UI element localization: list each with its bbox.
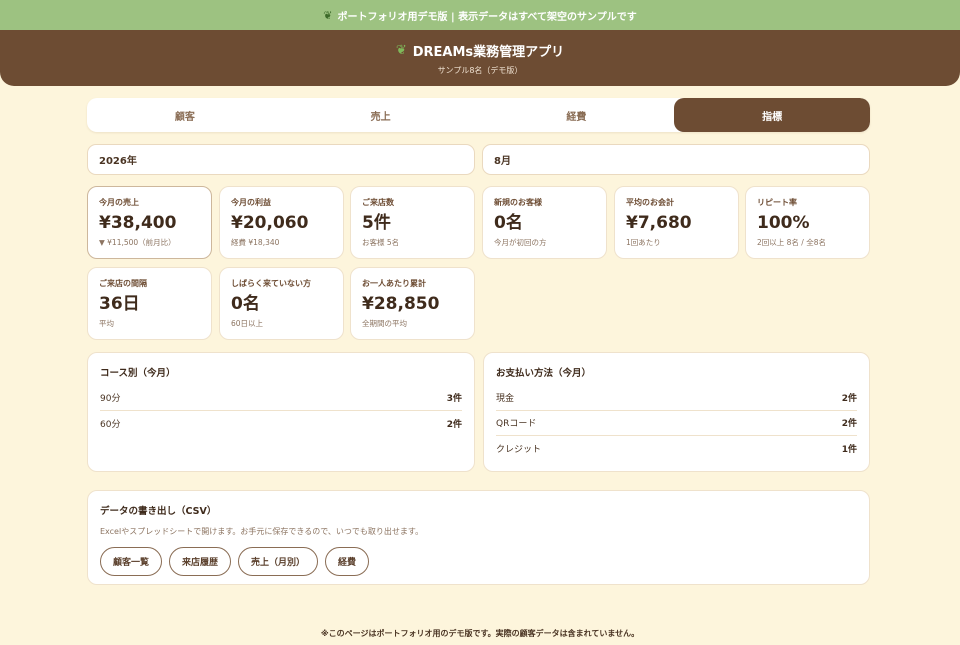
stat-label: 今月の利益 — [231, 198, 271, 207]
stat-card-monthly-profit: 今月の利益 ¥20,060 経費 ¥18,340 — [219, 186, 344, 259]
export-customers-button[interactable]: 顧客一覧 — [100, 547, 163, 576]
stat-sub: 2回以上 8名 / 全8名 — [757, 237, 826, 247]
app-header: ❦ DREAMs業務管理アプリ サンプル8名（デモ版） — [0, 30, 960, 86]
payment-method: QRコード — [496, 419, 537, 430]
list-item: QRコード 2件 — [496, 411, 857, 436]
stat-label: しばらく来ていない方 — [231, 279, 311, 288]
stat-card-repeat-rate: リピート率 100% 2回以上 8名 / 全8名 — [745, 186, 870, 259]
stat-card-per-customer-total: お一人あたり累計 ¥28,850 全期間の平均 — [350, 267, 475, 340]
stat-value: 5件 — [362, 213, 391, 233]
export-description: Excelやスプレッドシートで開けます。お手元に保存できるので、いつでも取り出せ… — [100, 527, 424, 536]
demo-banner-text: ポートフォリオ用デモ版 | 表示データはすべて架空のサンプルです — [337, 11, 637, 23]
tab-metrics[interactable]: 指標 — [674, 98, 870, 132]
stat-sub: 平均 — [99, 318, 114, 328]
stat-value: ¥20,060 — [231, 213, 309, 233]
demo-banner: ❦ ポートフォリオ用デモ版 | 表示データはすべて架空のサンプルです — [0, 0, 960, 30]
course-panel-title: コース別（今月） — [100, 368, 176, 379]
list-item: 現金 2件 — [496, 385, 857, 411]
payment-method: クレジット — [496, 445, 542, 456]
export-visit-history-button[interactable]: 来店履歴 — [169, 547, 232, 576]
stat-sub: 全期間の平均 — [362, 318, 407, 328]
month-select[interactable]: 8月 — [482, 144, 870, 175]
csv-export-panel: データの書き出し（CSV） Excelやスプレッドシートで開けます。お手元に保存… — [87, 490, 870, 585]
payment-count: 2件 — [841, 419, 857, 430]
payment-method: 現金 — [496, 393, 515, 404]
stat-card-visit-count: ご来店数 5件 お客様 5名 — [350, 186, 475, 259]
payment-panel: お支払い方法（今月） 現金 2件 QRコード 2件 クレジット 1件 — [483, 352, 870, 472]
leaf-icon: ❦ — [323, 8, 333, 22]
app-subtitle: サンプル8名（デモ版） — [437, 65, 523, 75]
footer-note: ※このページはポートフォリオ用のデモ版です。実際の顧客データは含まれていません。 — [320, 629, 640, 638]
stat-sub: 経費 ¥18,340 — [231, 237, 280, 247]
export-expenses-button[interactable]: 経費 — [325, 547, 370, 576]
stat-value: ¥38,400 — [99, 213, 177, 233]
course-count: 2件 — [446, 419, 462, 430]
course-count: 3件 — [446, 393, 462, 404]
leaf-icon: ❦ — [395, 42, 407, 58]
stat-value: ¥28,850 — [362, 294, 440, 314]
stat-label: お一人あたり累計 — [362, 279, 426, 288]
stat-label: リピート率 — [757, 198, 797, 207]
stat-label: ご来店数 — [362, 198, 394, 207]
payment-panel-title: お支払い方法（今月） — [496, 368, 592, 379]
tab-sales[interactable]: 売上 — [283, 98, 479, 132]
year-select[interactable]: 2026年 — [87, 144, 475, 175]
main-tabs: 顧客 売上 経費 指標 — [87, 98, 870, 132]
stat-sub: 今月が初回の方 — [494, 237, 547, 247]
stat-value: 0名 — [494, 213, 523, 233]
tab-expenses[interactable]: 経費 — [479, 98, 675, 132]
stat-card-lapsed-customers: しばらく来ていない方 0名 60日以上 — [219, 267, 344, 340]
stat-value: ¥7,680 — [626, 213, 692, 233]
export-title: データの書き出し（CSV） — [100, 506, 217, 517]
stat-sub: 1回あたり — [626, 237, 661, 247]
stat-card-visit-interval: ご来店の間隔 36日 平均 — [87, 267, 212, 340]
stat-label: 今月の売上 — [99, 198, 139, 207]
stat-card-monthly-sales: 今月の売上 ¥38,400 ▼ ¥11,500（前月比） — [87, 186, 212, 259]
list-item: クレジット 1件 — [496, 436, 857, 462]
list-item: 60分 2件 — [100, 411, 462, 437]
payment-count: 2件 — [841, 393, 857, 404]
course-name: 60分 — [100, 419, 121, 430]
course-name: 90分 — [100, 393, 121, 404]
stat-sub: ▼ ¥11,500（前月比） — [99, 237, 176, 247]
tab-customers[interactable]: 顧客 — [87, 98, 283, 132]
stat-value: 36日 — [99, 294, 140, 314]
stat-label: 平均のお会計 — [626, 198, 674, 207]
stat-sub: お客様 5名 — [362, 237, 400, 247]
stat-card-new-customers: 新規のお客様 0名 今月が初回の方 — [482, 186, 607, 259]
payment-count: 1件 — [841, 445, 857, 456]
list-item: 90分 3件 — [100, 385, 462, 411]
stat-label: 新規のお客様 — [494, 198, 542, 207]
stat-card-average-bill: 平均のお会計 ¥7,680 1回あたり — [614, 186, 739, 259]
app-title: DREAMs業務管理アプリ — [412, 44, 565, 60]
stat-label: ご来店の間隔 — [99, 279, 147, 288]
stat-value: 0名 — [231, 294, 260, 314]
course-panel: コース別（今月） 90分 3件 60分 2件 — [87, 352, 475, 472]
stat-value: 100% — [757, 213, 810, 233]
stat-sub: 60日以上 — [231, 318, 264, 328]
export-monthly-sales-button[interactable]: 売上（月別） — [238, 547, 319, 576]
export-button-group: 顧客一覧 来店履歴 売上（月別） 経費 — [100, 547, 857, 576]
